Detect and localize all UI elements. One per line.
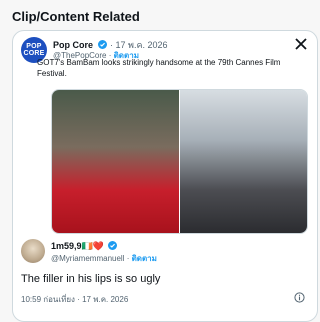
reply-name-line: 1m59,9🇮🇪❤️ (51, 241, 118, 252)
reply-timestamp[interactable]: 10:59 ก่อนเที่ยง · 17 พ.ค. 2026 (21, 293, 128, 306)
embedded-tweet-text: GOT7's BamBam looks strikingly handsome … (37, 58, 281, 78)
media-grid[interactable] (51, 89, 308, 234)
media-photo[interactable] (180, 90, 307, 233)
reply-handle[interactable]: @Myriamemmanuell (51, 254, 124, 263)
reply-handle-line: @Myriamemmanuell · ติดตาม (51, 254, 157, 263)
x-logo-icon[interactable] (295, 38, 307, 50)
avatar-text-line2: CORE (23, 50, 45, 57)
section-title: Clip/Content Related (12, 9, 140, 24)
verified-badge-icon (97, 40, 107, 49)
verified-badge-icon (108, 241, 118, 250)
reply-text: The filler in his lips is so ugly (21, 273, 161, 285)
reply-follow-link[interactable]: ติดตาม (132, 254, 157, 263)
info-icon[interactable] (294, 292, 305, 303)
reply-author-name[interactable]: 1m59,9🇮🇪❤️ (51, 241, 104, 251)
tweet-card[interactable]: POP CORE Pop Core · 17 พ.ค. 2026 @ThePop… (12, 30, 318, 322)
reply-avatar[interactable] (21, 239, 45, 263)
avatar-text-line1: POP (26, 43, 42, 50)
media-photo[interactable] (52, 90, 179, 233)
